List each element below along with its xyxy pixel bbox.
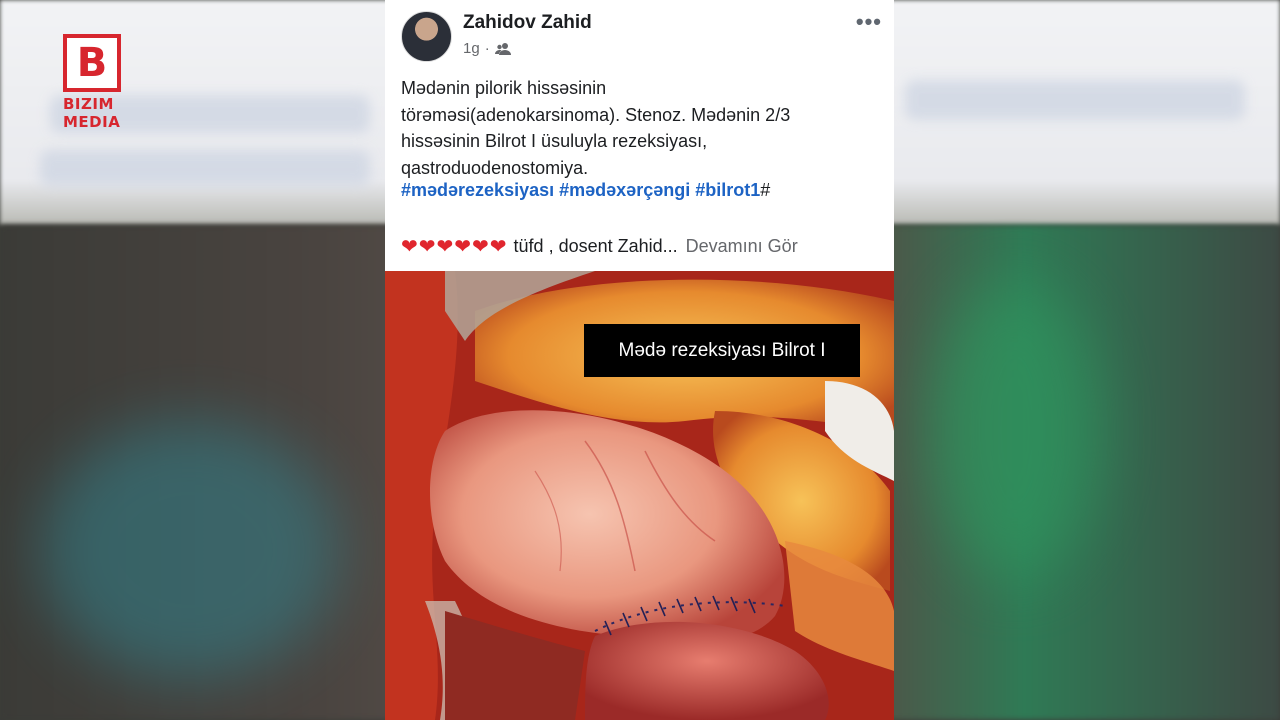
hashtag-link[interactable]: #mədəxərçəngi	[559, 180, 690, 200]
blurred-shape	[40, 420, 340, 680]
blurred-shape	[40, 150, 370, 186]
logo-letter: B	[76, 40, 108, 86]
logo-text-line1: BIZIM	[63, 95, 114, 113]
post-header: Zahidov Zahid 1g · •••	[401, 11, 884, 62]
hashtags: #mədərezeksiyası #mədəxərçəngi #bilrot1#	[401, 180, 770, 201]
meta-separator: ·	[484, 40, 490, 57]
logo-text-line2: MEDIA	[63, 113, 121, 131]
post-body: Mədənin pilorik hissəsinin törəməsi(aden…	[401, 75, 881, 181]
post-body-line: törəməsi(adenokarsinoma). Stenoz. Mədəni…	[401, 104, 791, 125]
photo-caption: Mədə rezeksiyası Bilrot I	[584, 324, 860, 377]
avatar[interactable]	[401, 11, 452, 62]
friends-icon[interactable]	[494, 42, 511, 56]
post-body-line: hissəsinin Bilrot I üsuluyla rezeksiyası…	[401, 131, 708, 151]
post-time[interactable]: 1g	[463, 40, 480, 57]
hashtag-link[interactable]: #bilrot1	[695, 180, 760, 200]
post-meta: 1g ·	[463, 40, 511, 57]
hashtag-link[interactable]: #mədərezeksiyası	[401, 180, 554, 200]
blurred-shape	[930, 280, 1100, 580]
heart-emojis: ❤❤❤❤❤❤	[401, 236, 508, 258]
see-more-link[interactable]: Devamını Gör	[686, 236, 798, 257]
blurred-shape	[905, 80, 1245, 120]
hashtag-trailing: #	[760, 180, 771, 200]
post-body-continued: ❤❤❤❤❤❤ tüfd , dosent Zahid... Devamını G…	[401, 234, 798, 259]
bizim-media-logo: B BIZIM MEDIA	[63, 34, 125, 131]
logo-mark: B	[63, 34, 121, 92]
post-snippet: tüfd , dosent Zahid...	[513, 236, 678, 256]
facebook-post-card: Zahidov Zahid 1g · ••• Mədənin pilorik h…	[385, 0, 894, 720]
post-body-line: qastroduodenostomiya.	[401, 157, 589, 178]
more-options-icon[interactable]: •••	[856, 11, 882, 33]
author-name[interactable]: Zahidov Zahid	[463, 12, 592, 34]
post-body-line: Mədənin pilorik hissəsinin	[401, 78, 607, 98]
surgical-photo[interactable]: Mədə rezeksiyası Bilrot I	[385, 271, 894, 720]
